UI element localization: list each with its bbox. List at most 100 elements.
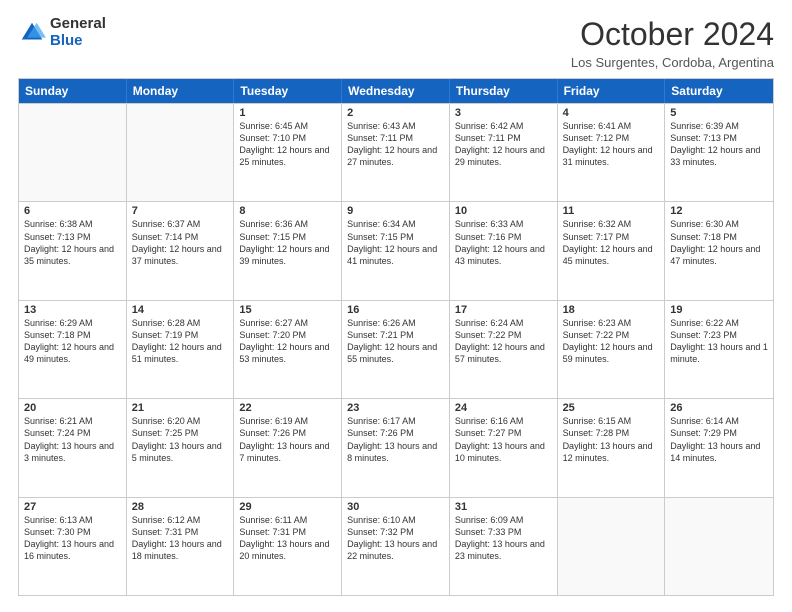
day-cell-17: 17Sunrise: 6:24 AM Sunset: 7:22 PM Dayli…: [450, 301, 558, 398]
day-cell-21: 21Sunrise: 6:20 AM Sunset: 7:25 PM Dayli…: [127, 399, 235, 496]
day-number: 19: [670, 304, 768, 316]
day-info: Sunrise: 6:41 AM Sunset: 7:12 PM Dayligh…: [563, 120, 660, 169]
day-cell-27: 27Sunrise: 6:13 AM Sunset: 7:30 PM Dayli…: [19, 498, 127, 595]
day-info: Sunrise: 6:14 AM Sunset: 7:29 PM Dayligh…: [670, 415, 768, 464]
day-cell-9: 9Sunrise: 6:34 AM Sunset: 7:15 PM Daylig…: [342, 202, 450, 299]
day-info: Sunrise: 6:42 AM Sunset: 7:11 PM Dayligh…: [455, 120, 552, 169]
day-number: 23: [347, 402, 444, 414]
day-info: Sunrise: 6:45 AM Sunset: 7:10 PM Dayligh…: [239, 120, 336, 169]
day-info: Sunrise: 6:22 AM Sunset: 7:23 PM Dayligh…: [670, 317, 768, 366]
day-cell-18: 18Sunrise: 6:23 AM Sunset: 7:22 PM Dayli…: [558, 301, 666, 398]
day-number: 21: [132, 402, 229, 414]
day-cell-13: 13Sunrise: 6:29 AM Sunset: 7:18 PM Dayli…: [19, 301, 127, 398]
month-title: October 2024: [571, 16, 774, 53]
day-cell-10: 10Sunrise: 6:33 AM Sunset: 7:16 PM Dayli…: [450, 202, 558, 299]
day-number: 18: [563, 304, 660, 316]
day-info: Sunrise: 6:12 AM Sunset: 7:31 PM Dayligh…: [132, 514, 229, 563]
day-number: 10: [455, 205, 552, 217]
day-cell-30: 30Sunrise: 6:10 AM Sunset: 7:32 PM Dayli…: [342, 498, 450, 595]
day-cell-11: 11Sunrise: 6:32 AM Sunset: 7:17 PM Dayli…: [558, 202, 666, 299]
day-number: 29: [239, 501, 336, 513]
day-cell-empty: [558, 498, 666, 595]
day-number: 22: [239, 402, 336, 414]
day-cell-empty: [127, 104, 235, 201]
day-header-monday: Monday: [127, 79, 235, 103]
day-cell-8: 8Sunrise: 6:36 AM Sunset: 7:15 PM Daylig…: [234, 202, 342, 299]
day-header-saturday: Saturday: [665, 79, 773, 103]
day-cell-22: 22Sunrise: 6:19 AM Sunset: 7:26 PM Dayli…: [234, 399, 342, 496]
day-number: 27: [24, 501, 121, 513]
day-header-thursday: Thursday: [450, 79, 558, 103]
day-number: 13: [24, 304, 121, 316]
calendar: SundayMondayTuesdayWednesdayThursdayFrid…: [18, 78, 774, 596]
day-number: 31: [455, 501, 552, 513]
day-number: 9: [347, 205, 444, 217]
day-number: 3: [455, 107, 552, 119]
day-info: Sunrise: 6:09 AM Sunset: 7:33 PM Dayligh…: [455, 514, 552, 563]
day-cell-empty: [665, 498, 773, 595]
day-info: Sunrise: 6:32 AM Sunset: 7:17 PM Dayligh…: [563, 218, 660, 267]
day-info: Sunrise: 6:38 AM Sunset: 7:13 PM Dayligh…: [24, 218, 121, 267]
day-cell-2: 2Sunrise: 6:43 AM Sunset: 7:11 PM Daylig…: [342, 104, 450, 201]
day-number: 5: [670, 107, 768, 119]
day-info: Sunrise: 6:29 AM Sunset: 7:18 PM Dayligh…: [24, 317, 121, 366]
day-header-tuesday: Tuesday: [234, 79, 342, 103]
day-cell-empty: [19, 104, 127, 201]
day-info: Sunrise: 6:10 AM Sunset: 7:32 PM Dayligh…: [347, 514, 444, 563]
header-right: October 2024 Los Surgentes, Cordoba, Arg…: [571, 16, 774, 70]
day-info: Sunrise: 6:19 AM Sunset: 7:26 PM Dayligh…: [239, 415, 336, 464]
day-info: Sunrise: 6:34 AM Sunset: 7:15 PM Dayligh…: [347, 218, 444, 267]
day-info: Sunrise: 6:17 AM Sunset: 7:26 PM Dayligh…: [347, 415, 444, 464]
day-number: 11: [563, 205, 660, 217]
location: Los Surgentes, Cordoba, Argentina: [571, 55, 774, 70]
day-cell-5: 5Sunrise: 6:39 AM Sunset: 7:13 PM Daylig…: [665, 104, 773, 201]
day-cell-19: 19Sunrise: 6:22 AM Sunset: 7:23 PM Dayli…: [665, 301, 773, 398]
day-number: 6: [24, 205, 121, 217]
day-number: 25: [563, 402, 660, 414]
day-cell-26: 26Sunrise: 6:14 AM Sunset: 7:29 PM Dayli…: [665, 399, 773, 496]
day-cell-1: 1Sunrise: 6:45 AM Sunset: 7:10 PM Daylig…: [234, 104, 342, 201]
day-info: Sunrise: 6:16 AM Sunset: 7:27 PM Dayligh…: [455, 415, 552, 464]
day-number: 16: [347, 304, 444, 316]
day-number: 24: [455, 402, 552, 414]
day-cell-29: 29Sunrise: 6:11 AM Sunset: 7:31 PM Dayli…: [234, 498, 342, 595]
day-cell-23: 23Sunrise: 6:17 AM Sunset: 7:26 PM Dayli…: [342, 399, 450, 496]
day-number: 12: [670, 205, 768, 217]
day-number: 7: [132, 205, 229, 217]
day-header-sunday: Sunday: [19, 79, 127, 103]
day-number: 8: [239, 205, 336, 217]
logo-icon: [18, 19, 46, 47]
week-row-4: 27Sunrise: 6:13 AM Sunset: 7:30 PM Dayli…: [19, 497, 773, 595]
day-number: 30: [347, 501, 444, 513]
day-header-friday: Friday: [558, 79, 666, 103]
day-info: Sunrise: 6:37 AM Sunset: 7:14 PM Dayligh…: [132, 218, 229, 267]
week-row-0: 1Sunrise: 6:45 AM Sunset: 7:10 PM Daylig…: [19, 103, 773, 201]
calendar-header-row: SundayMondayTuesdayWednesdayThursdayFrid…: [19, 79, 773, 103]
day-number: 28: [132, 501, 229, 513]
calendar-body: 1Sunrise: 6:45 AM Sunset: 7:10 PM Daylig…: [19, 103, 773, 595]
page: General Blue October 2024 Los Surgentes,…: [0, 0, 792, 612]
day-info: Sunrise: 6:27 AM Sunset: 7:20 PM Dayligh…: [239, 317, 336, 366]
day-cell-31: 31Sunrise: 6:09 AM Sunset: 7:33 PM Dayli…: [450, 498, 558, 595]
logo-general-text: General: [50, 16, 106, 33]
day-cell-24: 24Sunrise: 6:16 AM Sunset: 7:27 PM Dayli…: [450, 399, 558, 496]
day-number: 26: [670, 402, 768, 414]
day-cell-25: 25Sunrise: 6:15 AM Sunset: 7:28 PM Dayli…: [558, 399, 666, 496]
day-number: 2: [347, 107, 444, 119]
day-number: 17: [455, 304, 552, 316]
day-info: Sunrise: 6:36 AM Sunset: 7:15 PM Dayligh…: [239, 218, 336, 267]
day-cell-20: 20Sunrise: 6:21 AM Sunset: 7:24 PM Dayli…: [19, 399, 127, 496]
day-number: 4: [563, 107, 660, 119]
day-info: Sunrise: 6:20 AM Sunset: 7:25 PM Dayligh…: [132, 415, 229, 464]
day-info: Sunrise: 6:24 AM Sunset: 7:22 PM Dayligh…: [455, 317, 552, 366]
day-number: 1: [239, 107, 336, 119]
day-header-wednesday: Wednesday: [342, 79, 450, 103]
day-info: Sunrise: 6:26 AM Sunset: 7:21 PM Dayligh…: [347, 317, 444, 366]
week-row-1: 6Sunrise: 6:38 AM Sunset: 7:13 PM Daylig…: [19, 201, 773, 299]
day-cell-28: 28Sunrise: 6:12 AM Sunset: 7:31 PM Dayli…: [127, 498, 235, 595]
logo-blue-text: Blue: [50, 33, 106, 50]
day-info: Sunrise: 6:13 AM Sunset: 7:30 PM Dayligh…: [24, 514, 121, 563]
week-row-3: 20Sunrise: 6:21 AM Sunset: 7:24 PM Dayli…: [19, 398, 773, 496]
day-cell-4: 4Sunrise: 6:41 AM Sunset: 7:12 PM Daylig…: [558, 104, 666, 201]
header: General Blue October 2024 Los Surgentes,…: [18, 16, 774, 70]
